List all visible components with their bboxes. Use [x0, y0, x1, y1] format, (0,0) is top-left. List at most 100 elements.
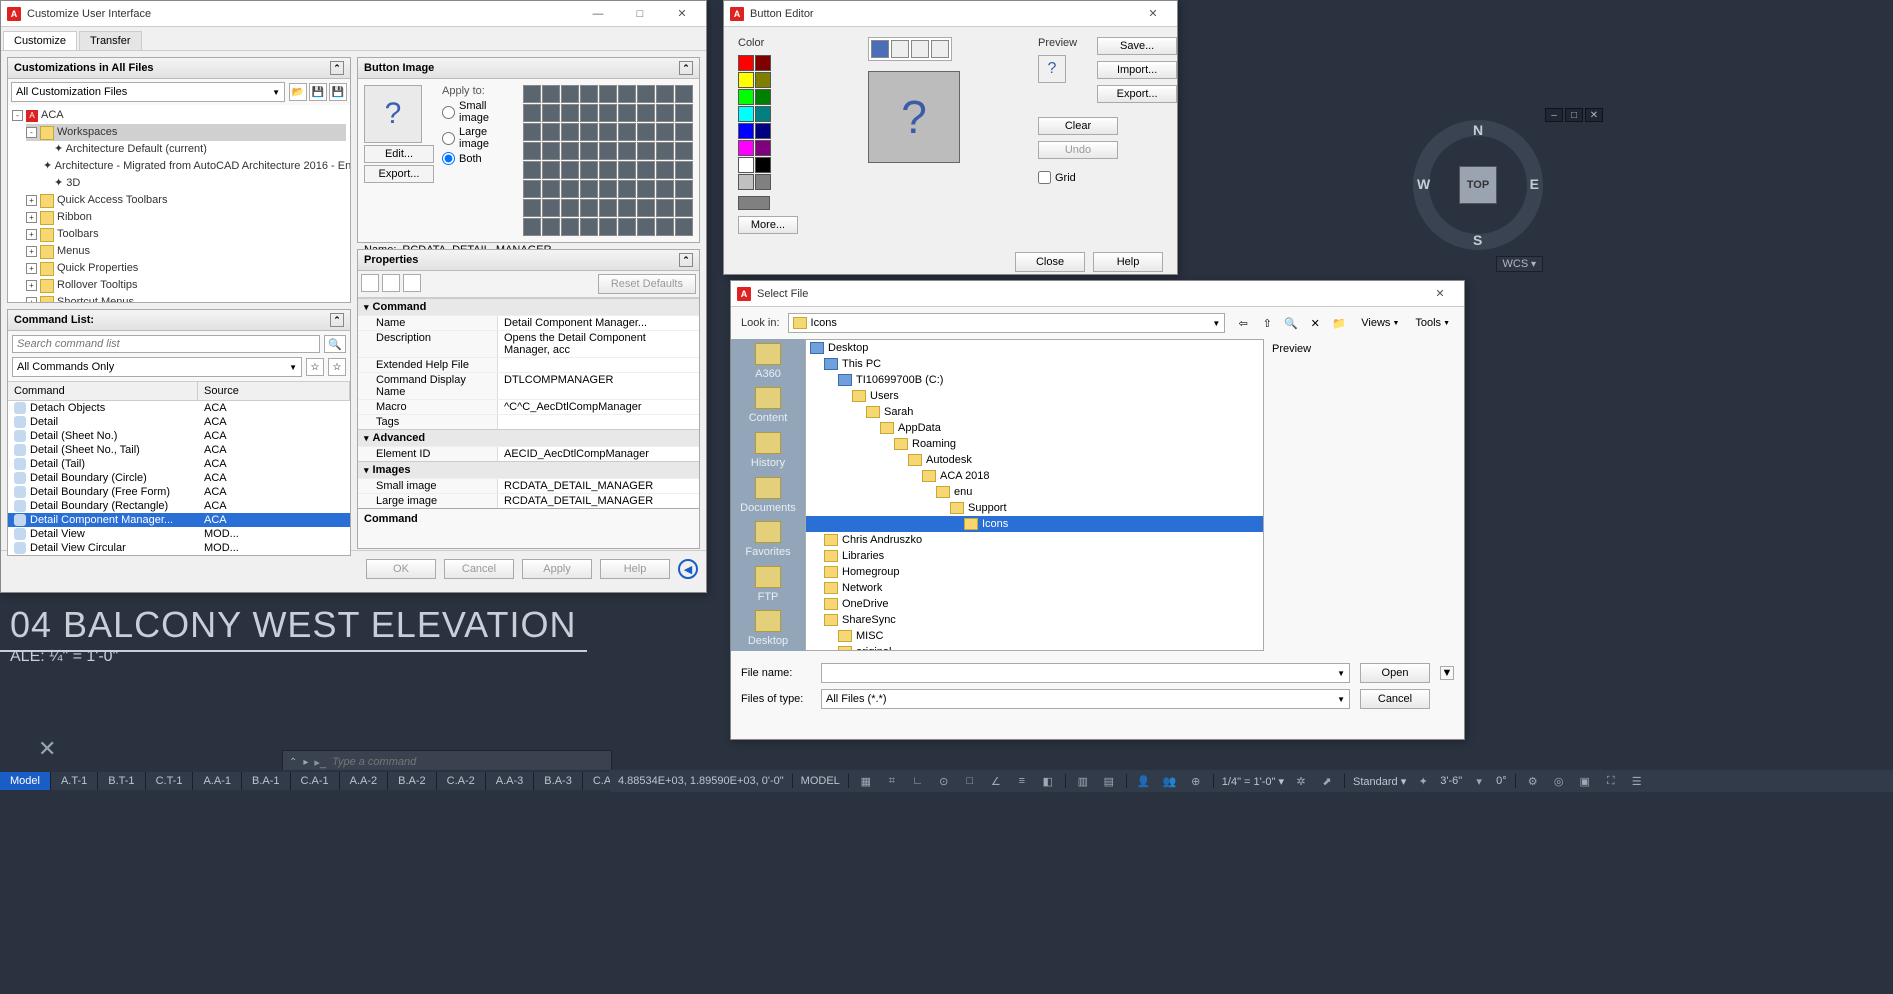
icon-cell[interactable]: [523, 218, 541, 236]
icon-cell[interactable]: [656, 180, 674, 198]
icon-cell[interactable]: [542, 123, 560, 141]
color-swatch[interactable]: [755, 72, 771, 88]
icon-cell[interactable]: [542, 104, 560, 122]
color-swatch[interactable]: [755, 55, 771, 71]
viewcube-top-face[interactable]: TOP: [1459, 166, 1497, 204]
panel-collapse-icon[interactable]: ⌃: [679, 253, 693, 267]
ortho-icon[interactable]: ∟: [909, 772, 927, 790]
help-button[interactable]: Help: [600, 559, 670, 579]
tree-row[interactable]: MISC: [806, 628, 1263, 644]
layout-tab[interactable]: Model: [0, 772, 51, 790]
icon-cell[interactable]: [542, 199, 560, 217]
line-tool-icon[interactable]: [891, 40, 909, 58]
tree-row[interactable]: Homegroup: [806, 564, 1263, 580]
color-swatch[interactable]: [738, 174, 754, 190]
color-swatch[interactable]: [738, 106, 754, 122]
tree-row[interactable]: enu: [806, 484, 1263, 500]
icon-cell[interactable]: [523, 142, 541, 160]
layout-tab[interactable]: A.T-1: [51, 772, 98, 790]
clean-icon[interactable]: ⛶: [1602, 772, 1620, 790]
color-palette[interactable]: [738, 55, 858, 190]
cog-icon[interactable]: ⚙: [1524, 772, 1542, 790]
icon-cell[interactable]: [580, 161, 598, 179]
icon-cell[interactable]: [618, 161, 636, 179]
tree-row[interactable]: This PC: [806, 356, 1263, 372]
tree-row[interactable]: Chris Andruszko: [806, 532, 1263, 548]
icon-cell[interactable]: [637, 199, 655, 217]
icon-cell[interactable]: [580, 123, 598, 141]
icon-cell[interactable]: [618, 180, 636, 198]
layout-tab[interactable]: B.A-1: [242, 772, 291, 790]
transparency-icon[interactable]: ◧: [1039, 772, 1057, 790]
icon-cell[interactable]: [656, 199, 674, 217]
panel-collapse-icon[interactable]: ⌃: [679, 61, 693, 75]
people-icon[interactable]: 👤: [1135, 772, 1153, 790]
color-swatch[interactable]: [738, 72, 754, 88]
command-list[interactable]: Command Source Detach ObjectsACADetailAC…: [8, 381, 350, 555]
icon-cell[interactable]: [580, 142, 598, 160]
icon-cell[interactable]: [561, 85, 579, 103]
tree-row[interactable]: Libraries: [806, 548, 1263, 564]
color-swatch[interactable]: [738, 89, 754, 105]
erase-tool-icon[interactable]: [931, 40, 949, 58]
command-search-input[interactable]: [12, 335, 320, 353]
command-row[interactable]: Detail (Sheet No.)ACA: [8, 429, 350, 443]
layout-tab[interactable]: A.A-1: [193, 772, 242, 790]
tree-row[interactable]: ACA 2018: [806, 468, 1263, 484]
command-row[interactable]: Detach ObjectsACA: [8, 401, 350, 415]
osnap-icon[interactable]: □: [961, 772, 979, 790]
icon-cell[interactable]: [561, 218, 579, 236]
icon-cell[interactable]: [523, 104, 541, 122]
icon-cell[interactable]: [542, 142, 560, 160]
tree-row[interactable]: Icons: [806, 516, 1263, 532]
tree-row[interactable]: ShareSync: [806, 612, 1263, 628]
grid-icon[interactable]: ▦: [857, 772, 875, 790]
icon-cell[interactable]: [523, 85, 541, 103]
hw-icon[interactable]: ▣: [1576, 772, 1594, 790]
icon-cell[interactable]: [637, 104, 655, 122]
tree-row[interactable]: AppData: [806, 420, 1263, 436]
icon-cell[interactable]: [542, 180, 560, 198]
gizmo-icon[interactable]: ✦: [1414, 772, 1432, 790]
reset-defaults-button[interactable]: Reset Defaults: [598, 274, 696, 294]
export-button[interactable]: Export...: [1097, 85, 1177, 103]
color-swatch[interactable]: [755, 157, 771, 173]
icon-cell[interactable]: [675, 161, 693, 179]
color-swatch[interactable]: [755, 140, 771, 156]
place-documents[interactable]: Documents: [731, 473, 805, 518]
anno-vis-icon[interactable]: ✲: [1292, 772, 1310, 790]
command-row[interactable]: DetailACA: [8, 415, 350, 429]
icon-palette[interactable]: [523, 85, 693, 236]
viewcube-south[interactable]: S: [1473, 232, 1482, 248]
doc-minimize-button[interactable]: –: [1545, 108, 1563, 122]
search-icon[interactable]: 🔍: [324, 335, 346, 353]
icon-cell[interactable]: [656, 104, 674, 122]
icon-cell[interactable]: [675, 104, 693, 122]
find-icon[interactable]: ☆: [328, 358, 346, 376]
command-row[interactable]: Detail View CircularMOD...: [8, 541, 350, 555]
pencil-tool-icon[interactable]: [871, 40, 889, 58]
icon-cell[interactable]: [599, 104, 617, 122]
place-favorites[interactable]: Favorites: [731, 517, 805, 562]
icon-cell[interactable]: [561, 104, 579, 122]
tree-row[interactable]: Desktop: [806, 340, 1263, 356]
pixel-canvas[interactable]: ?: [868, 71, 960, 163]
icon-cell[interactable]: [656, 85, 674, 103]
customizations-tree[interactable]: -A ACA- Workspaces✦ Architecture Default…: [8, 105, 350, 302]
icon-cell[interactable]: [561, 199, 579, 217]
wcs-dropdown[interactable]: WCS ▾: [1496, 256, 1543, 272]
command-history-icon[interactable]: ⌃: [289, 757, 297, 768]
viewcube-north[interactable]: N: [1473, 122, 1483, 138]
command-row[interactable]: Detail (Tail)ACA: [8, 457, 350, 471]
tree-row[interactable]: Support: [806, 500, 1263, 516]
color-swatch[interactable]: [738, 157, 754, 173]
layout-tab[interactable]: C.A-1: [291, 772, 340, 790]
icon-cell[interactable]: [637, 142, 655, 160]
panel-collapse-icon[interactable]: ⌃: [330, 61, 344, 75]
icon-cell[interactable]: [599, 199, 617, 217]
nav-icon[interactable]: ⊕: [1187, 772, 1205, 790]
isolate-icon[interactable]: ◎: [1550, 772, 1568, 790]
open-button[interactable]: Open: [1360, 663, 1430, 683]
color-swatch[interactable]: [755, 174, 771, 190]
icon-cell[interactable]: [599, 142, 617, 160]
